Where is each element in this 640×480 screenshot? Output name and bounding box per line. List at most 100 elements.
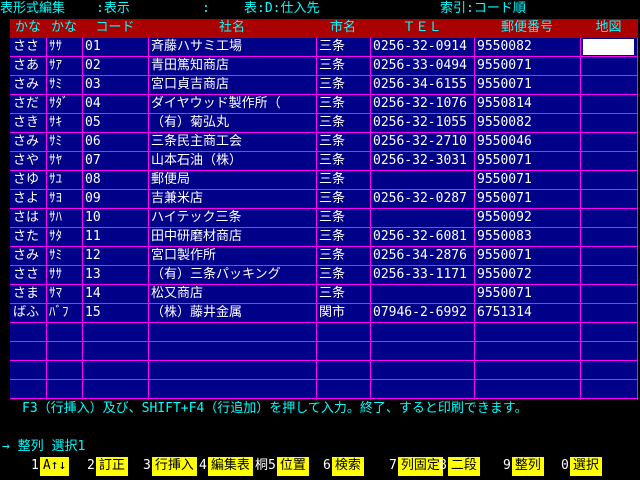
cell-tel[interactable] <box>370 380 474 398</box>
table-row[interactable]: さみ ｻﾐ 06 三条民主商工会 三条 0256-32-2710 9550046 <box>10 133 638 152</box>
cell-tel[interactable] <box>370 361 474 379</box>
cell-kana1[interactable]: さみ <box>10 76 46 94</box>
cell-kana2[interactable]: ｻﾀﾞ <box>46 95 82 113</box>
cell-map[interactable] <box>580 342 637 360</box>
cell-kana1[interactable]: さみ <box>10 247 46 265</box>
cell-tel[interactable]: 0256-33-0494 <box>370 57 474 75</box>
cell-zip[interactable] <box>474 342 580 360</box>
cell-kana1[interactable]: さあ <box>10 57 46 75</box>
cell-tel[interactable]: 0256-32-1076 <box>370 95 474 113</box>
col-header-map[interactable]: 地図 <box>580 19 637 38</box>
cell-city[interactable]: 三条 <box>316 114 370 132</box>
col-header-zip[interactable]: 郵便番号 <box>474 19 580 38</box>
table-row[interactable]: さゆ ｻﾕ 08 郵便局 三条 9550071 <box>10 171 638 190</box>
fkey-label[interactable]: 訂正 <box>95 457 128 476</box>
fkey-6[interactable]: 6 検索 <box>322 457 364 477</box>
table-row[interactable]: さや ｻﾔ 07 山本石油（株） 三条 0256-32-3031 9550071 <box>10 152 638 171</box>
cell-kana1[interactable] <box>10 361 46 379</box>
cell-company[interactable] <box>148 323 316 341</box>
cell-zip[interactable] <box>474 380 580 398</box>
cell-kana2[interactable]: ｻｱ <box>46 57 82 75</box>
cell-city[interactable] <box>316 380 370 398</box>
cell-tel[interactable]: 0256-32-3031 <box>370 152 474 170</box>
cell-company[interactable]: 青田篤知商店 <box>148 57 316 75</box>
cell-city[interactable]: 三条 <box>316 38 370 56</box>
table-row[interactable]: さみ ｻﾐ 03 宮口貞吉商店 三条 0256-34-6155 9550071 <box>10 76 638 95</box>
cell-zip[interactable]: 6751314 <box>474 304 580 322</box>
cell-kana1[interactable]: さみ <box>10 133 46 151</box>
fkey-label[interactable]: 検索 <box>331 457 364 476</box>
cell-tel[interactable] <box>370 323 474 341</box>
cell-zip[interactable]: 9550092 <box>474 209 580 227</box>
cell-city[interactable]: 三条 <box>316 228 370 246</box>
cell-kana2[interactable] <box>46 380 82 398</box>
cell-map[interactable] <box>580 57 637 75</box>
fkey-label[interactable]: 整列 <box>511 457 544 476</box>
cell-company[interactable]: 吉兼米店 <box>148 190 316 208</box>
cell-company[interactable]: 松又商店 <box>148 285 316 303</box>
col-header-city[interactable]: 市名 <box>316 19 370 38</box>
cell-tel[interactable]: 0256-32-0287 <box>370 190 474 208</box>
cell-kana2[interactable]: ｻﾐ <box>46 133 82 151</box>
col-header-kana1[interactable]: かな <box>10 19 46 38</box>
cell-kana2[interactable]: ｻﾕ <box>46 171 82 189</box>
cell-kana2[interactable] <box>46 323 82 341</box>
fkey-label[interactable]: 選択 <box>569 457 602 476</box>
fkey-8[interactable]: 8 二段 <box>438 457 480 477</box>
cell-company[interactable]: ダイヤウッド製作所（ <box>148 95 316 113</box>
fkey-label[interactable]: 二段 <box>447 457 480 476</box>
fkey-1[interactable]: 1 A↑↓ <box>30 457 70 477</box>
cell-kana2[interactable]: ｻﾐ <box>46 76 82 94</box>
table-row[interactable]: ささ ｻｻ 01 斉藤ハサミ工場 三条 0256-32-0914 9550082 <box>10 38 638 57</box>
cell-kana2[interactable]: ｻﾔ <box>46 152 82 170</box>
cell-zip[interactable]: 9550071 <box>474 152 580 170</box>
cell-tel[interactable] <box>370 209 474 227</box>
cell-kana1[interactable]: さよ <box>10 190 46 208</box>
cell-city[interactable]: 三条 <box>316 190 370 208</box>
cell-code[interactable]: 09 <box>82 190 148 208</box>
cell-kana1[interactable]: さは <box>10 209 46 227</box>
cell-zip[interactable] <box>474 361 580 379</box>
cell-code[interactable]: 05 <box>82 114 148 132</box>
cell-tel[interactable]: 0256-32-2710 <box>370 133 474 151</box>
command-line[interactable]: → 整列 選択1 <box>2 438 85 456</box>
cell-tel[interactable]: 0256-34-6155 <box>370 76 474 94</box>
cell-map[interactable] <box>580 266 637 284</box>
cell-code[interactable]: 06 <box>82 133 148 151</box>
cell-map[interactable] <box>580 323 637 341</box>
cell-map[interactable] <box>580 304 637 322</box>
table-row[interactable]: さだ ｻﾀﾞ 04 ダイヤウッド製作所（ 三条 0256-32-1076 9550814 <box>10 95 638 114</box>
cell-city[interactable]: 関市 <box>316 304 370 322</box>
cell-company[interactable]: 田中研磨材商店 <box>148 228 316 246</box>
cell-city[interactable]: 三条 <box>316 266 370 284</box>
table-row[interactable] <box>10 361 638 380</box>
cell-company[interactable] <box>148 342 316 360</box>
table-row[interactable]: さあ ｻｱ 02 青田篤知商店 三条 0256-33-0494 9550071 <box>10 57 638 76</box>
cell-kana1[interactable]: さだ <box>10 95 46 113</box>
cell-code[interactable]: 04 <box>82 95 148 113</box>
cell-city[interactable]: 三条 <box>316 152 370 170</box>
cell-kana1[interactable]: さた <box>10 228 46 246</box>
cell-kana1[interactable]: さや <box>10 152 46 170</box>
cell-kana2[interactable]: ｻｻ <box>46 38 82 56</box>
cell-company[interactable] <box>148 361 316 379</box>
cell-code[interactable] <box>82 323 148 341</box>
cell-kana1[interactable]: さゆ <box>10 171 46 189</box>
cell-kana1[interactable] <box>10 380 46 398</box>
cell-zip[interactable]: 9550072 <box>474 266 580 284</box>
cell-company[interactable]: （有）三条パッキング <box>148 266 316 284</box>
cell-tel[interactable]: 0256-34-2876 <box>370 247 474 265</box>
cell-zip[interactable]: 9550083 <box>474 228 580 246</box>
cell-kana2[interactable]: ｻﾀ <box>46 228 82 246</box>
cursor-cell[interactable] <box>583 39 634 55</box>
cell-zip[interactable]: 9550814 <box>474 95 580 113</box>
cell-tel[interactable]: 07946-2-6992 <box>370 304 474 322</box>
fkey-label[interactable]: A↑↓ <box>39 457 70 476</box>
cell-city[interactable]: 三条 <box>316 171 370 189</box>
cell-tel[interactable]: 0256-32-1055 <box>370 114 474 132</box>
table-row[interactable]: さき ｻｷ 05 （有）菊弘丸 三条 0256-32-1055 9550082 <box>10 114 638 133</box>
cell-city[interactable]: 三条 <box>316 285 370 303</box>
cell-code[interactable]: 15 <box>82 304 148 322</box>
cell-kana2[interactable]: ｻﾏ <box>46 285 82 303</box>
cell-map[interactable] <box>580 285 637 303</box>
